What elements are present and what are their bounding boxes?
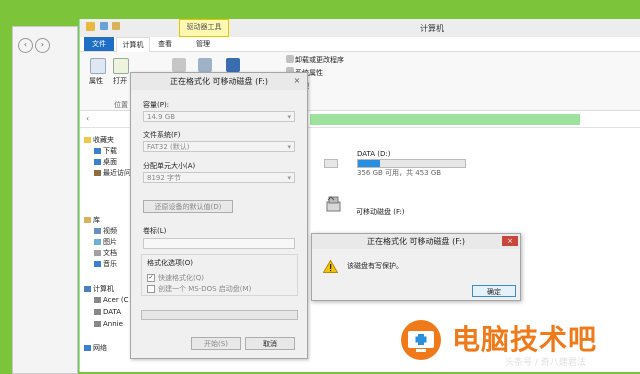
volume-label-input[interactable] — [143, 238, 295, 249]
drive-tools-context-tab[interactable]: 驱动器工具 — [179, 19, 229, 37]
error-message: 该磁盘有写保护。 — [347, 262, 403, 270]
watermark-logo — [399, 318, 443, 362]
cancel-button[interactable]: 取消 — [245, 337, 295, 350]
access-media-icon[interactable] — [172, 58, 186, 72]
music-icon — [94, 261, 101, 267]
sidebar-item-pictures[interactable]: 图片 — [94, 237, 117, 247]
removable-drive-label[interactable]: 可移动磁盘 (F:) — [356, 207, 405, 217]
sidebar-network[interactable]: 网络 — [84, 343, 107, 353]
star-icon — [84, 137, 91, 143]
ribbon-group-location: 位置 — [114, 101, 128, 109]
close-icon[interactable]: × — [502, 236, 518, 246]
sidebar-item-recent[interactable]: 最近访问 — [94, 168, 131, 178]
map-drive-icon[interactable] — [198, 58, 212, 72]
tab-file[interactable]: 文件 — [84, 37, 114, 51]
title-bar: 驱动器工具 计算机 — [80, 19, 640, 37]
format-dialog: 正在格式化 可移动磁盘 (F:) × 容量(P): 14.9 GB ▾ 文件系统(… — [130, 72, 308, 359]
sidebar-item-drive-d[interactable]: DATA — [94, 308, 121, 316]
properties-icon[interactable] — [90, 58, 106, 74]
sidebar-item-drive-c[interactable]: Acer (C — [94, 296, 129, 304]
drive-icon — [94, 321, 101, 327]
volume-label-label: 卷标(L) — [143, 227, 167, 235]
window-title: 计算机 — [420, 24, 444, 33]
warning-icon — [322, 259, 339, 273]
document-icon — [94, 250, 101, 256]
drive-d-label[interactable]: DATA (D:) — [357, 150, 390, 158]
open-label[interactable]: 打开 — [113, 76, 127, 86]
start-button[interactable]: 开始(S) — [191, 337, 241, 350]
sidebar-item-desktop[interactable]: 桌面 — [94, 157, 117, 167]
computer-icon — [84, 286, 91, 292]
back-arrow-icon[interactable]: ‹ — [86, 114, 89, 123]
restore-defaults-button[interactable]: 还原设备的默认值(D) — [143, 200, 233, 213]
sidebar-item-documents[interactable]: 文档 — [94, 248, 117, 258]
tab-manage[interactable]: 管理 — [190, 37, 216, 51]
sidebar-favorites[interactable]: 收藏夹 — [84, 135, 114, 145]
drive-icon — [94, 297, 101, 303]
drive-capacity-bar — [324, 159, 338, 168]
format-options-label: 格式化选项(O) — [147, 259, 193, 267]
removable-drive-icon[interactable] — [326, 196, 341, 213]
open-icon[interactable] — [113, 58, 129, 74]
drive-d-capacity-bar — [357, 159, 466, 168]
video-icon — [94, 228, 101, 234]
network-icon — [84, 345, 91, 351]
watermark-subtext: 头条号 / 奇八建君法 — [505, 358, 586, 368]
folder-icon — [86, 22, 95, 31]
checkmark-icon: ✓ — [147, 274, 155, 282]
sidebar-computer[interactable]: 计算机 — [84, 284, 114, 294]
allocation-size-select[interactable]: 8192 字节 ▾ — [143, 172, 295, 183]
write-protected-error-dialog: 正在格式化 可移动磁盘 (F:) × 该磁盘有写保护。 确定 — [311, 233, 521, 301]
ok-button[interactable]: 确定 — [472, 285, 516, 297]
allocation-size-label: 分配单元大小(A) — [143, 162, 196, 170]
drive-icon — [94, 309, 101, 315]
drive-d-capacity-fill — [358, 160, 381, 167]
download-icon — [94, 148, 101, 154]
forward-arrow-icon[interactable]: › — [35, 38, 50, 53]
file-system-label: 文件系统(F) — [143, 131, 181, 139]
format-dialog-title: 正在格式化 可移动磁盘 (F:) — [131, 73, 307, 90]
properties-label[interactable]: 属性 — [89, 76, 103, 86]
properties-quick-icon[interactable] — [100, 22, 108, 30]
drive-d-free-space: 356 GB 可用，共 453 GB — [357, 169, 442, 177]
watermark-text: 电脑技术吧 — [452, 323, 598, 356]
capacity-label: 容量(P): — [143, 101, 170, 109]
msdos-disk-checkbox[interactable]: 创建一个 MS-DOS 启动盘(M) — [147, 284, 251, 294]
back-window-nav: ‹ › — [18, 38, 52, 53]
sidebar-item-music[interactable]: 音乐 — [94, 259, 117, 269]
new-folder-quick-icon[interactable] — [112, 22, 120, 30]
library-icon — [84, 217, 91, 223]
picture-icon — [94, 239, 101, 245]
close-icon[interactable]: × — [291, 76, 303, 87]
sidebar-item-downloads[interactable]: 下载 — [94, 146, 117, 156]
tab-view[interactable]: 查看 — [152, 37, 178, 51]
recent-icon — [94, 170, 101, 176]
format-progress-bar — [141, 310, 298, 320]
ribbon-tabs: 文件 计算机 查看 管理 — [80, 37, 640, 52]
uninstall-label[interactable]: 卸载或更改程序 — [295, 55, 344, 65]
back-arrow-icon[interactable]: ‹ — [18, 38, 33, 53]
search-progress-bar — [310, 114, 580, 125]
chevron-down-icon: ▾ — [287, 174, 291, 182]
capacity-select[interactable]: 14.9 GB ▾ — [143, 111, 295, 122]
chevron-down-icon: ▾ — [287, 113, 291, 121]
error-dialog-title: 正在格式化 可移动磁盘 (F:) — [312, 234, 520, 249]
sidebar-libraries[interactable]: 库 — [84, 215, 100, 225]
network-location-icon[interactable] — [226, 58, 240, 72]
sidebar-item-drive-annie[interactable]: Annie — [94, 320, 123, 328]
background-window — [12, 26, 78, 374]
navigation-pane: 收藏夹 下载 桌面 最近访问 库 视频 图片 文档 音乐 计算机 Acer (C… — [80, 129, 131, 372]
file-system-select[interactable]: FAT32 (默认) ▾ — [143, 141, 295, 152]
sidebar-item-videos[interactable]: 视频 — [94, 226, 117, 236]
tab-computer[interactable]: 计算机 — [116, 37, 150, 52]
chevron-down-icon: ▾ — [287, 143, 291, 151]
quick-format-checkbox[interactable]: ✓ 快速格式化(Q) — [147, 273, 204, 283]
desktop-icon — [94, 159, 101, 165]
uninstall-icon[interactable] — [286, 55, 294, 63]
